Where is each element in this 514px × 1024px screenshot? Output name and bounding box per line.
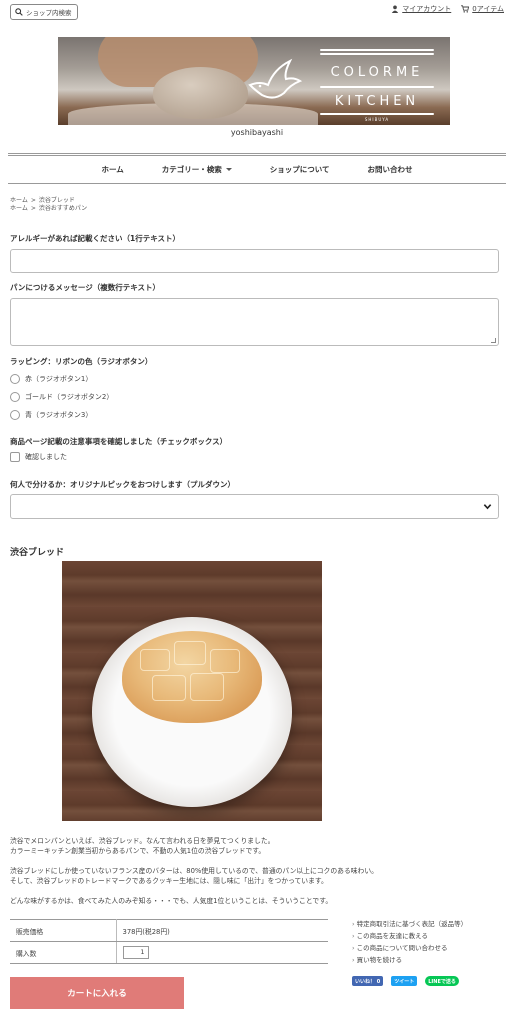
radio-button[interactable] [10,392,20,402]
notice-checkbox[interactable] [10,452,20,462]
desc-line: カラーミーキッチン創業当初からあるパンで、不動の人気1位の渋谷ブレッドです。 [10,847,266,855]
top-bar: ショップ内検索 マイアカウント 0アイテム [10,4,504,20]
table-row: 購入数 1 [10,941,328,964]
radio-option-blue[interactable]: 青（ラジオボタン3） [10,410,92,420]
resize-handle-icon[interactable] [491,338,496,343]
add-to-cart-button[interactable]: カートに入れる [10,977,184,1009]
melon-bread-graphic [122,631,262,723]
nav-item-home[interactable]: ホーム [101,164,123,175]
user-icon [392,5,399,13]
search-label: ショップ内検索 [26,9,72,17]
message-textarea[interactable] [10,298,499,346]
radio-option-red[interactable]: 赤（ラジオボタン1） [10,374,92,384]
share-select[interactable] [10,494,499,519]
wrapping-label: ラッピング：リボンの色（ラジオボタン） [10,357,153,366]
notice-checkbox-row[interactable]: 確認しました [10,452,67,462]
radio-option-label: 赤（ラジオボタン1） [25,375,93,383]
product-spec-table: 販売価格 378円(税28円) 購入数 1 [10,919,328,964]
nav-item-category[interactable]: カテゴリー・検索 [162,164,232,175]
price-value: 378円(税28円) [116,919,328,942]
tokusho-link[interactable]: 特定商取引法に基づく表記（返品等） [352,918,468,930]
product-title: 渋谷ブレッド [10,548,65,558]
qty-label: 購入数 [10,941,117,964]
quantity-input[interactable]: 1 [122,946,149,959]
qty-cell: 1 [116,941,328,964]
desc-line: どんな味がするかは、食べてみた人のみぞ知る・・・でも、人気度1位ということは、そ… [10,897,333,905]
radio-option-label: ゴールド（ラジオボタン2） [25,393,114,401]
header-links: マイアカウント 0アイテム [391,4,504,14]
share-label: 何人で分けるか：オリジナルピックをおつけします（プルダウン） [10,480,235,489]
chevron-down-icon [483,504,492,510]
line-share-label: LINEで送る [428,978,456,985]
chevron-down-icon [225,168,232,171]
desc-line: 渋谷でメロンパンといえば、渋谷ブレッド。なんて言われる日を夢見てつくりました。 [10,837,275,845]
banner-title-line2: KITCHEN [334,94,420,109]
product-description: 渋谷でメロンパンといえば、渋谷ブレッド。なんて言われる日を夢見てつくりました。 … [10,836,500,906]
banner-dough-graphic [153,67,248,119]
shop-name: yoshibayashi [230,128,284,137]
radio-button[interactable] [10,374,20,384]
facebook-like-label: いいね！ 0 [355,978,381,985]
allergy-input[interactable] [10,249,499,273]
radio-option-gold[interactable]: ゴールド（ラジオボタン2） [10,392,113,402]
notice-label: 商品ページ記載の注意事項を確認しました（チェックボックス） [10,437,228,446]
global-nav: ホーム カテゴリー・検索 ショップについて お問い合わせ [8,153,506,184]
shop-banner[interactable]: COLORME KITCHEN SHIBUYA [58,37,450,125]
radio-option-label: 青（ラジオボタン3） [25,411,93,419]
breadcrumb-recommended[interactable]: 渋谷おすすめパン [39,205,87,212]
desc-line: そして、渋谷ブレッドのトレードマークであるクッキー生地には、隠し味に「出汁」をつ… [10,877,328,885]
line-share-button[interactable]: LINEで送る [425,976,459,986]
nav-item-contact[interactable]: お問い合わせ [368,164,413,175]
product-side-links: 特定商取引法に基づく表記（返品等） この商品を友達に教える この商品について問い… [352,918,468,966]
desc-line: 渋谷ブレッドにしか使っていないフランス産のバターは、80%使用しているので、普通… [10,867,378,875]
table-row: 販売価格 378円(税28円) [10,919,328,942]
shop-search-button[interactable]: ショップ内検索 [10,4,78,20]
notice-checkbox-label: 確認しました [25,453,67,461]
banner-subtitle: SHIBUYA [364,117,390,122]
search-icon [15,8,23,16]
allergy-label: アレルギーがあれば記載ください（1行テキスト） [10,234,180,243]
product-image[interactable] [62,561,322,821]
inquiry-link[interactable]: この商品について問い合わせる [352,942,467,954]
nav-item-category-label: カテゴリー・検索 [161,165,222,174]
breadcrumb-home[interactable]: ホーム [10,197,28,204]
nav-item-about[interactable]: ショップについて [270,164,330,175]
tweet-button[interactable]: ツイート [391,976,418,986]
my-account-link[interactable]: マイアカウント [402,4,451,14]
tell-friend-link[interactable]: この商品を友達に教える [352,930,467,942]
tweet-label: ツイート [394,978,415,985]
radio-button[interactable] [10,410,20,420]
breadcrumb: ホーム > 渋谷ブレッド ホーム > 渋谷おすすめパン [10,197,88,212]
facebook-like-button[interactable]: いいね！ 0 [352,976,384,986]
continue-shopping-link[interactable]: 買い物を続ける [352,954,467,966]
cart-link[interactable]: 0アイテム [461,4,504,14]
banner-title: COLORME KITCHEN SHIBUYA [320,47,434,122]
breadcrumb-home-2[interactable]: ホーム [10,205,28,212]
price-label: 販売価格 [10,919,117,942]
social-buttons: いいね！ 0 ツイート LINEで送る [352,976,459,986]
breadcrumb-shibuya-bread[interactable]: 渋谷ブレッド [39,197,75,204]
message-label: パンにつけるメッセージ（複数行テキスト） [10,283,160,292]
cart-count[interactable]: 0アイテム [472,4,504,14]
cart-icon [461,5,470,13]
bird-logo-icon [248,58,302,99]
banner-title-line1: COLORME [330,65,424,80]
